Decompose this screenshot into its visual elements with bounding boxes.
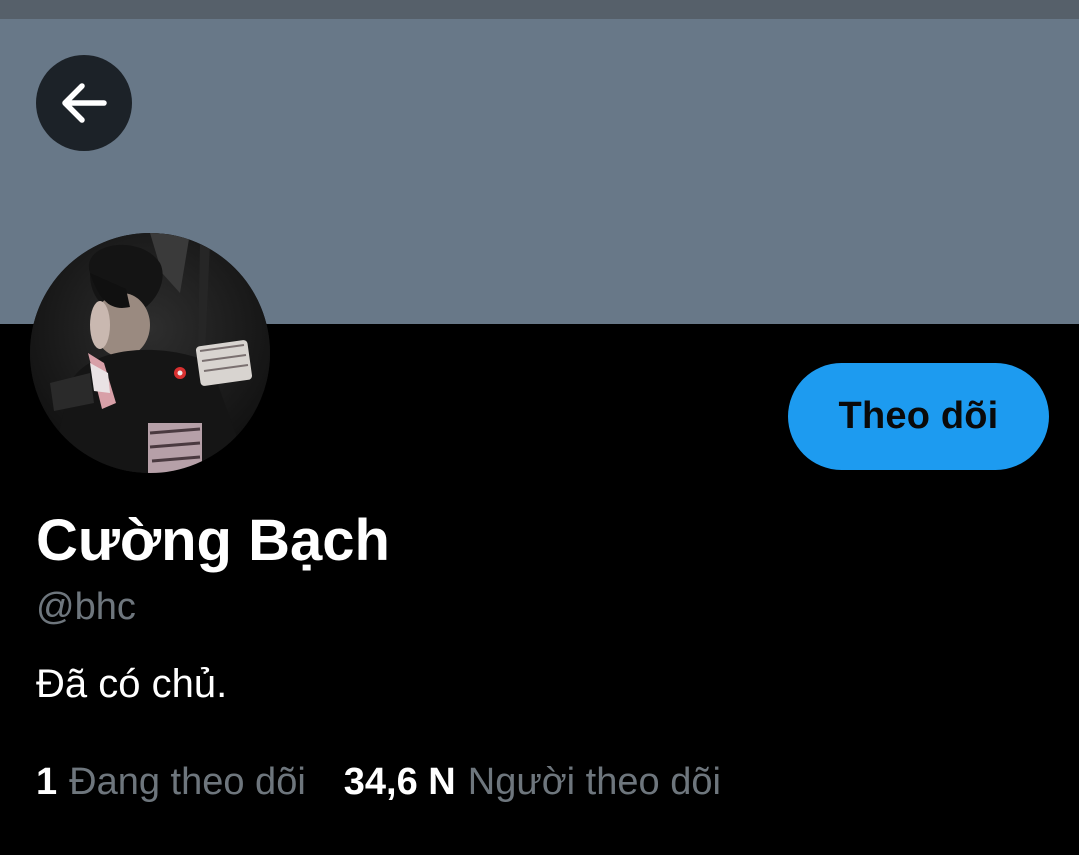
followers-label: Người theo dõi (467, 761, 721, 803)
arrow-left-icon (58, 77, 110, 129)
following-stat[interactable]: 1 Đang theo dõi (36, 757, 306, 807)
following-label: Đang theo dõi (69, 761, 306, 803)
followers-stat[interactable]: 34,6 N Người theo dõi (344, 757, 721, 807)
followers-count: 34,6 N (343, 761, 456, 803)
user-handle: @bhc (36, 586, 136, 628)
profile-page: Theo dõi Cường Bạch @bhc Đã có chủ. 1 Đa… (0, 0, 1079, 855)
avatar[interactable] (30, 233, 270, 473)
display-name: Cường Bạch (36, 508, 390, 573)
profile-stats: 1 Đang theo dõi 34,6 N Người theo dõi (36, 757, 721, 807)
status-bar (0, 0, 1079, 19)
back-button[interactable] (36, 55, 132, 151)
profile-bio: Đã có chủ. (36, 662, 228, 706)
following-count: 1 (36, 761, 58, 803)
follow-button[interactable]: Theo dõi (788, 363, 1049, 470)
